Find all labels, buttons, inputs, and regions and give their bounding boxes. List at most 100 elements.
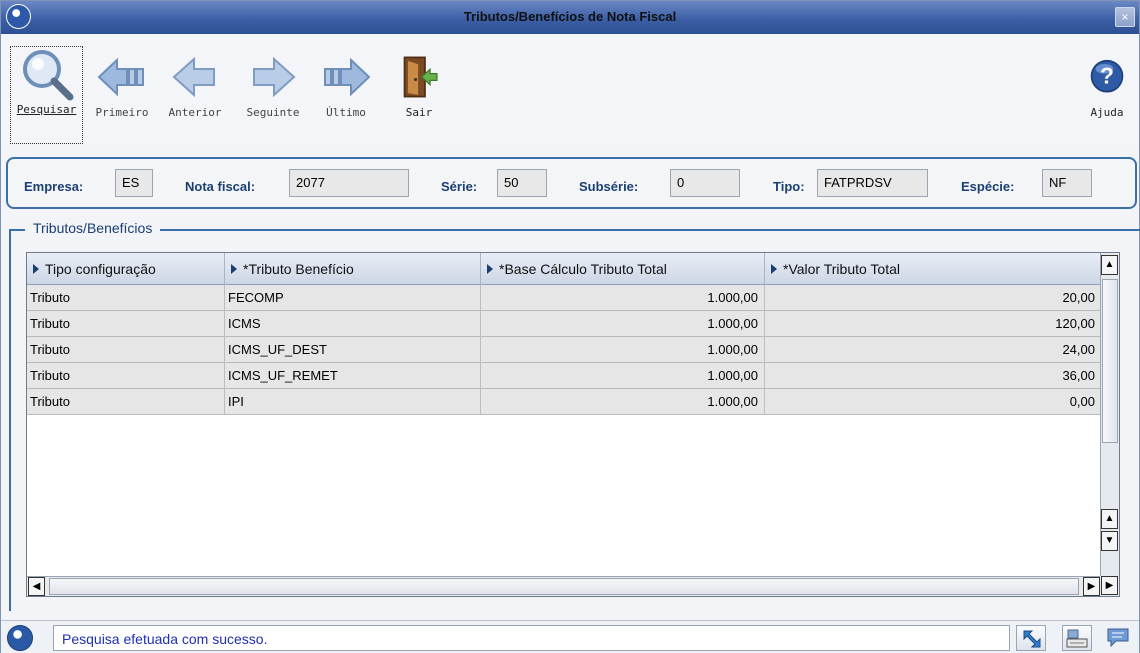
tipo-field[interactable]: FATPRDSV bbox=[817, 169, 928, 197]
group-border-top bbox=[9, 229, 1140, 231]
keyboard-button[interactable] bbox=[1062, 625, 1092, 651]
scroll-up-button-lower[interactable]: ▲ bbox=[1101, 509, 1118, 529]
serie-field[interactable]: 50 bbox=[497, 169, 547, 197]
serie-label: Série: bbox=[441, 179, 478, 194]
empresa-field[interactable]: ES bbox=[115, 169, 153, 197]
table-row[interactable]: Tributo ICMS 1.000,00 120,00 bbox=[27, 311, 1101, 337]
nota-fiscal-label: Nota fiscal: bbox=[185, 179, 256, 194]
tributos-grid: Tipo configuração *Tributo Benefício *Ba… bbox=[26, 252, 1120, 597]
toolbar: Pesquisar Primeiro Anterior Seguinte Últ… bbox=[1, 34, 1139, 147]
scroll-down-button[interactable]: ▼ bbox=[1101, 531, 1118, 551]
subserie-field[interactable]: 0 bbox=[670, 169, 740, 197]
group-border-left bbox=[9, 229, 11, 611]
close-button[interactable]: × bbox=[1115, 7, 1135, 27]
next-button-label: Seguinte bbox=[246, 106, 300, 119]
vertical-scrollbar[interactable]: ▲ ▲ ▼ bbox=[1100, 253, 1119, 577]
cell-tributo[interactable]: ICMS bbox=[225, 311, 481, 337]
cell-valor[interactable]: 0,00 bbox=[765, 389, 1101, 415]
last-button-label: Último bbox=[326, 106, 366, 119]
cell-valor[interactable]: 20,00 bbox=[765, 285, 1101, 311]
cell-tributo[interactable]: ICMS_UF_DEST bbox=[225, 337, 481, 363]
table-row[interactable]: Tributo FECOMP 1.000,00 20,00 bbox=[27, 285, 1101, 311]
scroll-left-button[interactable]: ◀ bbox=[28, 577, 45, 596]
sort-triangle-icon bbox=[487, 264, 493, 274]
chat-bubble-icon bbox=[1107, 628, 1129, 648]
cell-tipo[interactable]: Tributo bbox=[27, 389, 225, 415]
first-button-label: Primeiro bbox=[95, 106, 149, 119]
cell-tributo[interactable]: ICMS_UF_REMET bbox=[225, 363, 481, 389]
scroll-right-button-corner[interactable]: ▶ bbox=[1101, 576, 1118, 595]
main-window: Tributos/Benefícios de Nota Fiscal × Pes… bbox=[0, 0, 1140, 653]
cell-tipo[interactable]: Tributo bbox=[27, 285, 225, 311]
exit-button-label: Sair bbox=[405, 106, 433, 119]
cell-base[interactable]: 1.000,00 bbox=[481, 389, 765, 415]
tipo-label: Tipo: bbox=[773, 179, 805, 194]
resize-button[interactable] bbox=[1016, 625, 1046, 651]
app-logo-icon bbox=[7, 625, 33, 651]
table-row[interactable]: Tributo ICMS_UF_DEST 1.000,00 24,00 bbox=[27, 337, 1101, 363]
last-button[interactable]: Último bbox=[315, 50, 377, 144]
scroll-up-button[interactable]: ▲ bbox=[1101, 255, 1118, 275]
empresa-label: Empresa: bbox=[24, 179, 84, 194]
diagonal-arrow-icon bbox=[1023, 630, 1041, 648]
especie-field[interactable]: NF bbox=[1042, 169, 1092, 197]
cell-tributo[interactable]: IPI bbox=[225, 389, 481, 415]
cell-base[interactable]: 1.000,00 bbox=[481, 285, 765, 311]
sort-triangle-icon bbox=[33, 264, 39, 274]
help-icon: ? bbox=[1090, 59, 1124, 93]
horizontal-scroll-thumb[interactable] bbox=[49, 578, 1079, 595]
column-header-tipo-label: Tipo configuração bbox=[45, 261, 156, 277]
help-glyph: ? bbox=[1100, 63, 1114, 89]
window-title: Tributos/Benefícios de Nota Fiscal bbox=[463, 9, 677, 24]
cell-valor[interactable]: 24,00 bbox=[765, 337, 1101, 363]
cell-tributo[interactable]: FECOMP bbox=[225, 285, 481, 311]
nota-fiscal-header-panel: Empresa: ES Nota fiscal: 2077 Série: 50 … bbox=[6, 157, 1137, 209]
column-header-valor[interactable]: *Valor Tributo Total bbox=[765, 253, 1101, 285]
sort-triangle-icon bbox=[231, 264, 237, 274]
title-bar: Tributos/Benefícios de Nota Fiscal × bbox=[1, 1, 1139, 34]
help-button-label: Ajuda bbox=[1090, 106, 1124, 119]
help-button[interactable]: ? Ajuda bbox=[1081, 50, 1133, 144]
especie-label: Espécie: bbox=[961, 179, 1015, 194]
cell-tipo[interactable]: Tributo bbox=[27, 311, 225, 337]
scrollbar-corner: ▶ bbox=[1100, 576, 1119, 596]
cell-tipo[interactable]: Tributo bbox=[27, 337, 225, 363]
group-title: Tributos/Benefícios bbox=[25, 220, 161, 236]
previous-arrow-icon bbox=[172, 56, 215, 98]
exit-button[interactable]: Sair bbox=[394, 50, 444, 144]
cell-valor[interactable]: 36,00 bbox=[765, 363, 1101, 389]
first-button[interactable]: Primeiro bbox=[89, 50, 155, 144]
table-row[interactable]: Tributo ICMS_UF_REMET 1.000,00 36,00 bbox=[27, 363, 1101, 389]
next-button[interactable]: Seguinte bbox=[240, 50, 306, 144]
grid-header: Tipo configuração *Tributo Benefício *Ba… bbox=[27, 253, 1101, 285]
column-header-tributo-label: *Tributo Benefício bbox=[243, 261, 354, 277]
sort-triangle-icon bbox=[771, 264, 777, 274]
scroll-right-button[interactable]: ▶ bbox=[1083, 577, 1100, 596]
cell-valor[interactable]: 120,00 bbox=[765, 311, 1101, 337]
keyboard-icon bbox=[1066, 629, 1088, 648]
chat-button[interactable] bbox=[1104, 625, 1134, 651]
previous-button[interactable]: Anterior bbox=[163, 50, 227, 144]
search-button-label: Pesquisar bbox=[16, 103, 77, 116]
exit-door-icon bbox=[403, 56, 438, 98]
subserie-label: Subsérie: bbox=[579, 179, 639, 194]
last-arrow-icon bbox=[324, 57, 371, 97]
table-row[interactable]: Tributo IPI 1.000,00 0,00 bbox=[27, 389, 1101, 415]
first-arrow-icon bbox=[97, 57, 144, 97]
cell-base[interactable]: 1.000,00 bbox=[481, 311, 765, 337]
column-header-base-label: *Base Cálculo Tributo Total bbox=[499, 261, 667, 277]
magnifier-icon bbox=[22, 50, 73, 101]
status-message: Pesquisa efetuada com sucesso. bbox=[53, 625, 1010, 651]
column-header-tipo[interactable]: Tipo configuração bbox=[27, 253, 225, 285]
column-header-tributo[interactable]: *Tributo Benefício bbox=[225, 253, 481, 285]
status-bar: Pesquisa efetuada com sucesso. bbox=[1, 620, 1139, 653]
column-header-valor-label: *Valor Tributo Total bbox=[783, 261, 900, 277]
column-header-base[interactable]: *Base Cálculo Tributo Total bbox=[481, 253, 765, 285]
cell-base[interactable]: 1.000,00 bbox=[481, 363, 765, 389]
nota-fiscal-field[interactable]: 2077 bbox=[289, 169, 409, 197]
cell-tipo[interactable]: Tributo bbox=[27, 363, 225, 389]
horizontal-scrollbar[interactable]: ◀ ▶ bbox=[27, 576, 1101, 596]
search-button[interactable]: Pesquisar bbox=[10, 46, 83, 144]
vertical-scroll-thumb[interactable] bbox=[1102, 279, 1118, 443]
cell-base[interactable]: 1.000,00 bbox=[481, 337, 765, 363]
